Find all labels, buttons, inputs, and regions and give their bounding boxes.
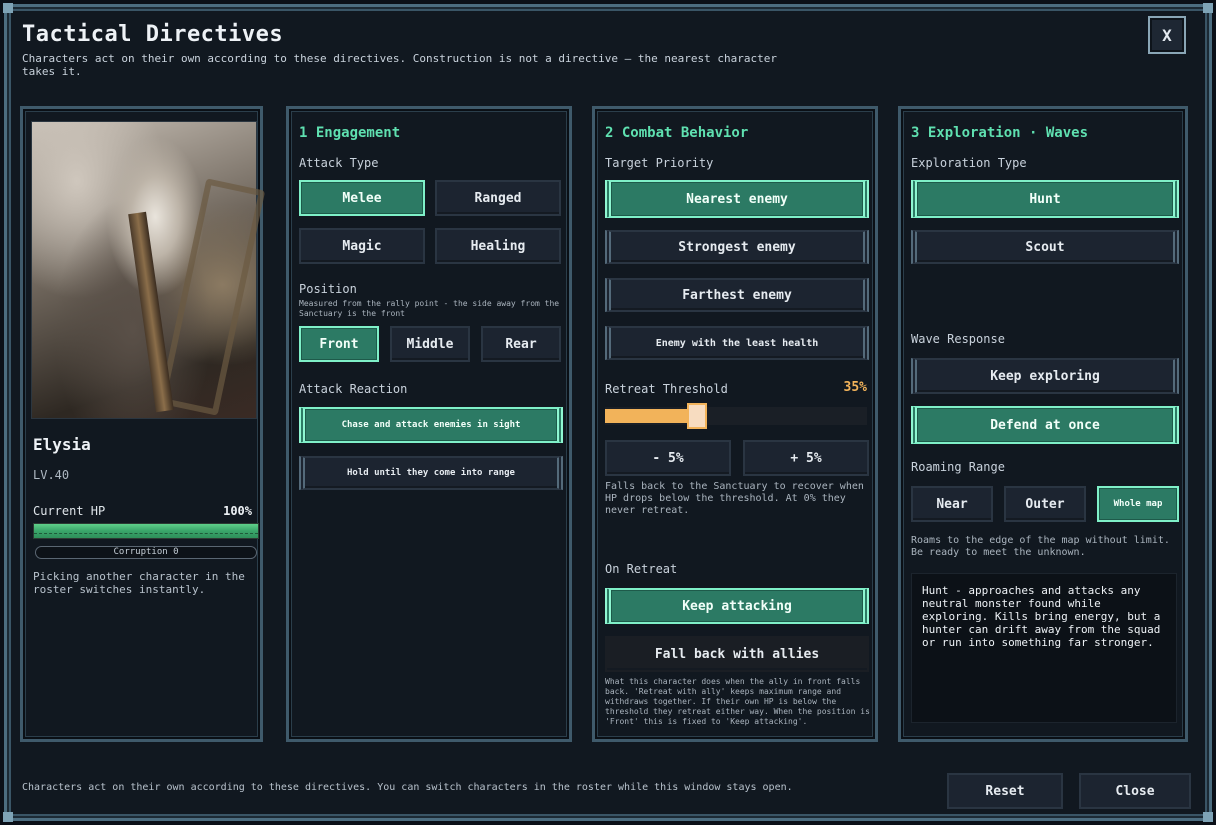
close-icon: X <box>1162 25 1172 45</box>
range-near-button[interactable]: Near <box>911 486 993 522</box>
threshold-minus-button[interactable]: - 5% <box>605 440 731 476</box>
wave-defend-button[interactable]: Defend at once <box>911 406 1179 444</box>
frame-corner <box>1203 812 1213 822</box>
attack-type-melee-button[interactable]: Melee <box>299 180 425 216</box>
target-farthest-button[interactable]: Farthest enemy <box>605 278 869 312</box>
position-middle-button[interactable]: Middle <box>390 326 470 362</box>
portrait-decoration <box>158 178 266 416</box>
frame-corner <box>3 3 13 13</box>
position-rear-button[interactable]: Rear <box>481 326 561 362</box>
hp-value: 100% <box>223 504 252 518</box>
corruption-badge: Corruption 0 <box>35 546 257 559</box>
character-level: LV.40 <box>33 468 70 482</box>
portrait-decoration <box>128 211 174 413</box>
combat-title: 2 Combat Behavior <box>605 125 749 141</box>
wave-keep-exploring-button[interactable]: Keep exploring <box>911 358 1179 394</box>
attack-type-ranged-button[interactable]: Ranged <box>435 180 561 216</box>
roaming-range-label: Roaming Range <box>911 460 1005 474</box>
slider-fill <box>605 409 697 423</box>
range-note: Roams to the edge of the map without lim… <box>911 535 1170 558</box>
engagement-panel: 1 Engagement Attack Type Melee Ranged Ma… <box>286 106 572 742</box>
target-priority-label: Target Priority <box>605 156 714 170</box>
character-panel: Elysia LV.40 Current HP 100% Corruption … <box>20 106 266 742</box>
position-note: Measured from the rally point - the side… <box>299 299 560 318</box>
hp-label: Current HP <box>33 504 106 518</box>
window-subtitle: Characters act on their own according to… <box>22 52 777 78</box>
keep-attacking-button[interactable]: Keep attacking <box>605 588 869 624</box>
retreat-threshold-slider[interactable] <box>605 403 867 429</box>
target-strongest-button[interactable]: Strongest enemy <box>605 230 869 264</box>
position-label: Position <box>299 282 357 296</box>
range-whole-map-button[interactable]: Whole map <box>1097 486 1179 522</box>
close-window-button[interactable]: X <box>1148 16 1186 54</box>
slider-handle[interactable] <box>687 403 707 429</box>
character-portrait <box>31 121 266 419</box>
reaction-chase-button[interactable]: Chase and attack enemies in sight <box>299 407 563 443</box>
fall-back-button[interactable]: Fall back with allies <box>605 636 869 672</box>
exploration-title: 3 Exploration · Waves <box>911 125 1089 141</box>
target-least-health-button[interactable]: Enemy with the least health <box>605 326 869 360</box>
exploration-scout-button[interactable]: Scout <box>911 230 1179 264</box>
combat-panel: 2 Combat Behavior Target Priority Neares… <box>592 106 878 742</box>
retreat-threshold-label: Retreat Threshold <box>605 382 728 396</box>
frame-corner <box>1203 3 1213 13</box>
retreat-note: Falls back to the Sanctuary to recover w… <box>605 481 864 516</box>
target-nearest-button[interactable]: Nearest enemy <box>605 180 869 218</box>
attack-type-healing-button[interactable]: Healing <box>435 228 561 264</box>
reset-button[interactable]: Reset <box>947 773 1063 809</box>
exploration-type-label: Exploration Type <box>911 156 1027 170</box>
on-retreat-note: What this character does when the ally i… <box>605 677 870 726</box>
retreat-threshold-value: 35% <box>843 380 867 395</box>
hp-bar <box>33 523 259 539</box>
exploration-panel: 3 Exploration · Waves Exploration Type H… <box>898 106 1188 742</box>
window-title: Tactical Directives <box>22 22 284 47</box>
footer-text: Characters act on their own according to… <box>22 782 793 793</box>
threshold-plus-button[interactable]: + 5% <box>743 440 869 476</box>
wave-response-label: Wave Response <box>911 332 1005 346</box>
character-name: Elysia <box>33 435 91 454</box>
attack-reaction-label: Attack Reaction <box>299 382 408 396</box>
attack-type-magic-button[interactable]: Magic <box>299 228 425 264</box>
exploration-hunt-button[interactable]: Hunt <box>911 180 1179 218</box>
hp-bar-fill <box>34 524 258 538</box>
exploration-description: Hunt - approaches and attacks any neutra… <box>911 573 1177 723</box>
position-front-button[interactable]: Front <box>299 326 379 362</box>
range-outer-button[interactable]: Outer <box>1004 486 1086 522</box>
on-retreat-label: On Retreat <box>605 562 678 576</box>
engagement-title: 1 Engagement <box>299 125 401 141</box>
attack-type-label: Attack Type <box>299 156 379 170</box>
reaction-hold-button[interactable]: Hold until they come into range <box>299 456 563 490</box>
close-button[interactable]: Close <box>1079 773 1191 809</box>
roster-hint: Picking another character in the roster … <box>33 570 245 596</box>
frame-corner <box>3 812 13 822</box>
